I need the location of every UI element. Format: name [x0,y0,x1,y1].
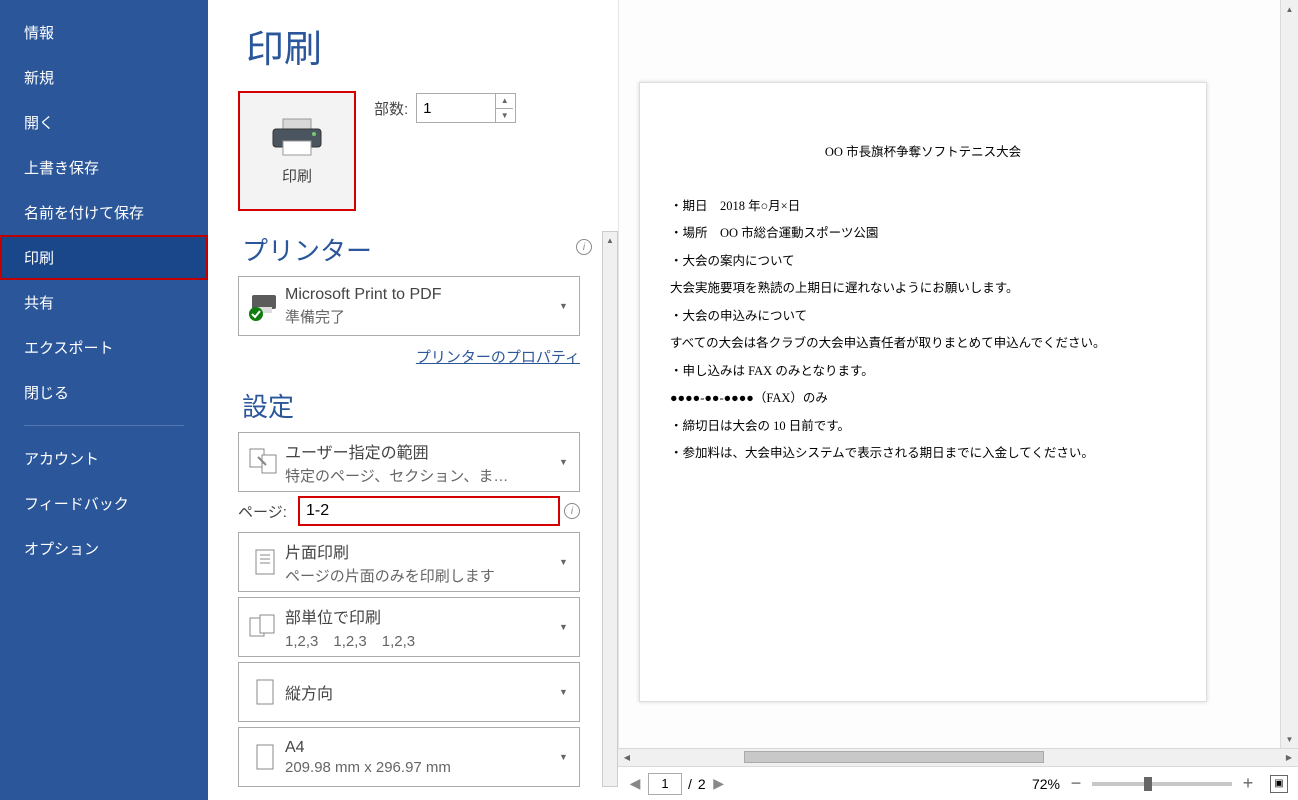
sidebar-item-2[interactable]: 開く [0,100,208,145]
info-icon[interactable]: i [564,503,580,519]
print-button[interactable]: 印刷 [238,91,356,211]
preview-line: 大会実施要項を熟読の上期日に遅れないようにお願いします。 [670,275,1176,303]
preview-line: ・大会の案内について [670,248,1176,276]
printer-select[interactable]: Microsoft Print to PDF 準備完了 ▼ [238,276,580,336]
chevron-down-icon: ▼ [559,301,573,311]
zoom-value: 72% [1032,776,1060,792]
preview-status-bar: ◀ / 2 ▶ 72% − + ▣ [618,766,1298,800]
page-range-icon [248,447,282,477]
collate-icon [248,612,282,642]
page-total: 2 [698,776,706,792]
sidebar: 情報新規開く上書き保存名前を付けて保存印刷共有エクスポート閉じる アカウントフィ… [0,0,208,800]
info-icon[interactable]: i [576,239,592,255]
sidebar-item-0[interactable]: 情報 [0,10,208,55]
preview-line: OO 市長旗杯争奪ソフトテニス大会 [670,139,1176,167]
printer-heading: プリンター i [242,231,618,268]
chevron-down-icon: ▼ [559,752,573,762]
chevron-down-icon: ▼ [559,457,573,467]
scrollbar-thumb[interactable] [744,751,1044,763]
print-settings-pane: 印刷 印刷 部数: ▲ [208,0,618,800]
sidebar-item-7[interactable]: エクスポート [0,325,208,370]
printer-status: 準備完了 [285,306,559,327]
zoom-in-button[interactable]: + [1238,773,1258,794]
printer-properties-link[interactable]: プリンターのプロパティ [416,349,580,366]
preview-line: ・期日 2018 年○月×日 [670,193,1176,221]
preview-vertical-scrollbar[interactable]: ▲ ▼ [1280,0,1298,748]
sidebar-item-3[interactable]: 上書き保存 [0,145,208,190]
copies-input[interactable] [417,94,495,122]
setting-option-3[interactable]: A4209.98 mm x 296.97 mm▼ [238,727,580,787]
sidebar-item-1[interactable]: 新規 [0,55,208,100]
sidebar-lower-item-2[interactable]: オプション [0,526,208,571]
copies-spin-down[interactable]: ▼ [496,109,513,123]
preview-horizontal-scrollbar[interactable]: ◀ ▶ [618,748,1298,766]
sidebar-lower-item-0[interactable]: アカウント [0,436,208,481]
chevron-down-icon: ▼ [559,622,573,632]
copies-label: 部数: [374,98,408,119]
setting-option-0[interactable]: 片面印刷ページの片面のみを印刷します▼ [238,532,580,592]
paper-icon [248,742,282,772]
chevron-down-icon: ▼ [559,687,573,697]
portrait-icon [248,677,282,707]
page-title: 印刷 [246,18,618,73]
setting-option-2[interactable]: 縦方向▼ [238,662,580,722]
setting-option-1[interactable]: 部単位で印刷1,2,3 1,2,3 1,2,3▼ [238,597,580,657]
chevron-down-icon: ▼ [559,557,573,567]
printer-name: Microsoft Print to PDF [285,286,559,304]
sidebar-item-8[interactable]: 閉じる [0,370,208,415]
single-side-icon [248,547,282,577]
preview-line: ・大会の申込みについて [670,303,1176,331]
sidebar-item-6[interactable]: 共有 [0,280,208,325]
scroll-up-icon[interactable]: ▲ [603,232,617,248]
preview-line: すべての大会は各クラブの大会申込責任者が取りまとめて申込んでください。 [670,330,1176,358]
preview-line: ・申し込みは FAX のみとなります。 [670,358,1176,386]
page-range-select[interactable]: ユーザー指定の範囲 特定のページ、セクション、ま… ▼ [238,432,580,492]
zoom-slider[interactable] [1092,782,1232,786]
preview-line: ●●●●-●●-●●●●（FAX）のみ [670,385,1176,413]
preview-page: OO 市長旗杯争奪ソフトテニス大会・期日 2018 年○月×日・場所 OO 市総… [639,82,1207,702]
sidebar-item-4[interactable]: 名前を付けて保存 [0,190,208,235]
preview-line: ・締切日は大会の 10 日前です。 [670,413,1176,441]
scroll-down-icon[interactable]: ▼ [1281,730,1298,748]
prev-page-button[interactable]: ◀ [628,777,642,791]
scroll-left-icon[interactable]: ◀ [618,749,636,766]
preview-pane: OO 市長旗杯争奪ソフトテニス大会・期日 2018 年○月×日・場所 OO 市総… [618,0,1298,800]
scroll-up-icon[interactable]: ▲ [1281,0,1298,18]
printer-ready-icon [248,291,282,321]
current-page-input[interactable] [648,773,682,795]
settings-scrollbar[interactable]: ▲ [602,231,618,787]
copies-input-wrap: ▲ ▼ [416,93,516,123]
copies-spin-up[interactable]: ▲ [496,94,513,109]
pages-input[interactable] [298,496,560,526]
next-page-button[interactable]: ▶ [712,777,726,791]
sidebar-item-5[interactable]: 印刷 [0,235,208,280]
printer-icon [267,117,327,159]
fit-to-window-button[interactable]: ▣ [1270,775,1288,793]
scroll-right-icon[interactable]: ▶ [1280,749,1298,766]
print-button-label: 印刷 [282,165,312,186]
page-separator: / [688,776,692,792]
settings-heading: 設定 [242,387,618,424]
preview-line: ・場所 OO 市総合運動スポーツ公園 [670,220,1176,248]
zoom-out-button[interactable]: − [1066,773,1086,794]
sidebar-divider [24,425,184,426]
preview-line: ・参加料は、大会申込システムで表示される期日までに入金してください。 [670,440,1176,468]
pages-label: ページ: [238,501,298,522]
sidebar-lower-item-1[interactable]: フィードバック [0,481,208,526]
